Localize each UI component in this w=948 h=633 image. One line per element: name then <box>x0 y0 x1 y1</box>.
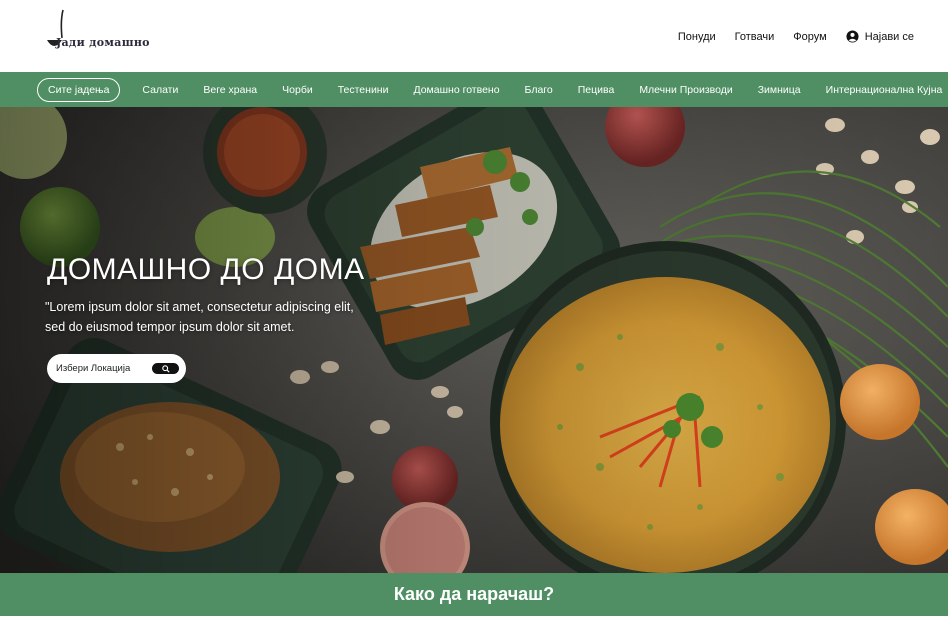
category-salads[interactable]: Салати <box>142 84 178 96</box>
category-all-dishes[interactable]: Сите јадења <box>37 77 121 102</box>
how-to-order-section: Како да нарачаш? <box>0 573 948 616</box>
category-home-cooked[interactable]: Домашно готвено <box>413 84 499 96</box>
nav-link-cooks[interactable]: Готвачи <box>735 31 775 43</box>
hero-title: ДОМАШНО ДО ДОМА <box>47 253 365 286</box>
category-vegan[interactable]: Веге храна <box>203 84 257 96</box>
nav-link-offers[interactable]: Понуди <box>678 31 716 43</box>
location-search <box>47 354 186 383</box>
category-international[interactable]: Интернационална Кујна <box>826 84 943 96</box>
search-icon <box>161 364 170 373</box>
site-header: Јади домашно Понуди Готвачи Форум Најави… <box>0 0 948 72</box>
user-circle-icon <box>846 30 859 43</box>
location-search-input[interactable] <box>56 363 146 374</box>
search-button[interactable] <box>152 363 179 374</box>
site-logo[interactable]: Јади домашно <box>44 8 150 56</box>
login-label: Најави се <box>864 30 914 43</box>
category-soups[interactable]: Чорби <box>282 84 313 96</box>
category-sweets[interactable]: Благо <box>525 84 553 96</box>
hero-food-image <box>0 107 948 573</box>
category-pasta[interactable]: Тестенини <box>338 84 389 96</box>
login-button[interactable]: Најави се <box>846 30 914 43</box>
category-bar: Сите јадења Салати Веге храна Чорби Тест… <box>0 72 948 107</box>
nav-link-forum[interactable]: Форум <box>793 31 826 43</box>
category-preserves[interactable]: Зимница <box>758 84 801 96</box>
top-nav: Понуди Готвачи Форум Најави се <box>678 30 914 43</box>
hero-description: "Lorem ipsum dolor sit amet, consectetur… <box>45 300 354 334</box>
category-pastries[interactable]: Пецива <box>578 84 615 96</box>
hero-section: ДОМАШНО ДО ДОМА "Lorem ipsum dolor sit a… <box>0 107 948 573</box>
how-to-order-title: Како да нарачаш? <box>393 584 555 604</box>
category-dairy[interactable]: Млечни Производи <box>639 84 732 96</box>
logo-text: Јади домашно <box>56 36 150 49</box>
